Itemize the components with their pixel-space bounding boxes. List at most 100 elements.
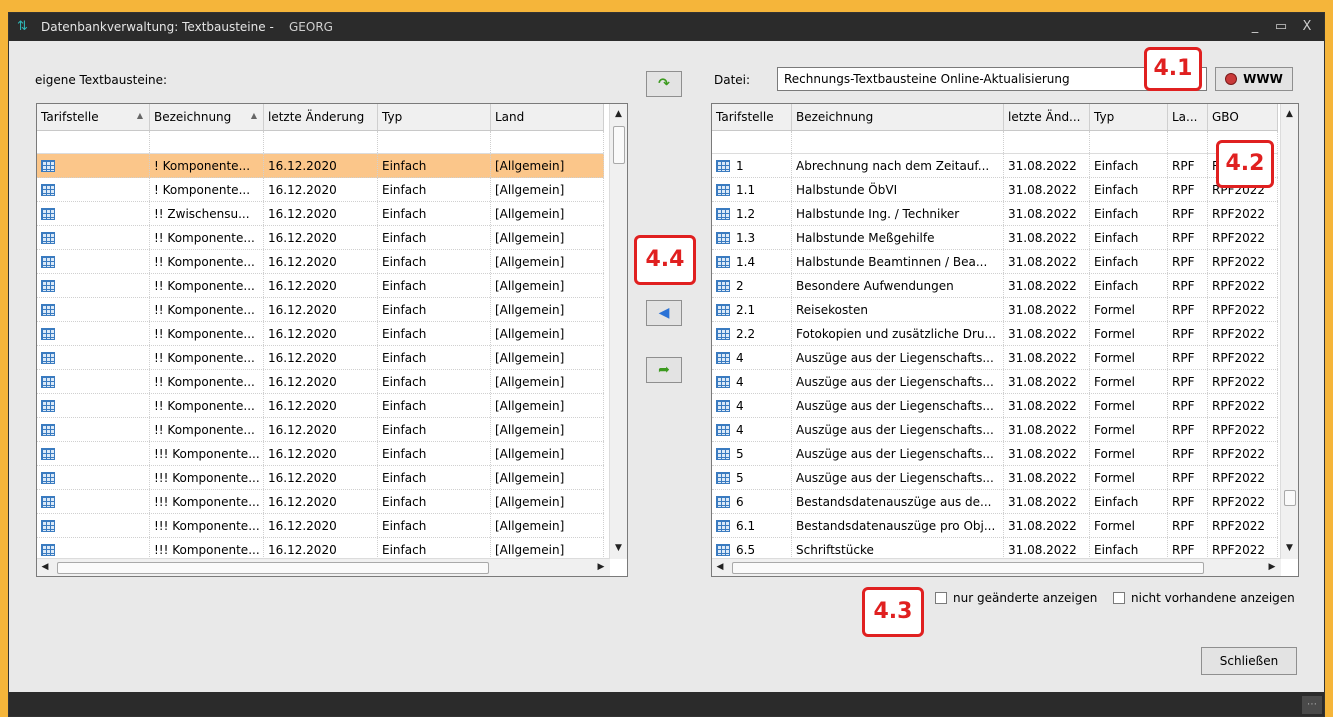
left-filter-cell[interactable] bbox=[264, 131, 378, 153]
left-cell bbox=[37, 466, 150, 489]
table-row[interactable]: !! Komponente... 16.12.2020 Einfach [Allgem… bbox=[37, 274, 604, 298]
right-col-header[interactable]: Typ bbox=[1090, 104, 1168, 130]
table-row[interactable]: 6 Bestandsdatenauszüge aus de... 31.08.202… bbox=[712, 490, 1278, 514]
resize-grip-icon[interactable]: ⋯ bbox=[1302, 696, 1322, 714]
table-row[interactable]: 1.2 Halbstunde Ing. / Techniker 31.08.2022… bbox=[712, 202, 1278, 226]
maximize-button[interactable]: ▭ bbox=[1268, 16, 1294, 38]
own-textblocks-grid[interactable]: Tarifstelle ▲ Bezeichnung ▲ letzte Änderung T… bbox=[36, 103, 628, 577]
table-row[interactable]: !! Komponente... 16.12.2020 Einfach [Allgem… bbox=[37, 394, 604, 418]
table-row[interactable]: 5 Auszüge aus der Liegenschafts... 31.08.2… bbox=[712, 442, 1278, 466]
left-filter-cell[interactable] bbox=[37, 131, 150, 153]
scroll-left-icon[interactable]: ◀ bbox=[712, 559, 728, 576]
table-row[interactable]: 2.2 Fotokopien und zusätzliche Dru... 31.0… bbox=[712, 322, 1278, 346]
scroll-thumb[interactable] bbox=[613, 126, 625, 164]
scroll-down-icon[interactable]: ▼ bbox=[1281, 540, 1298, 556]
table-row[interactable]: 5 Auszüge aus der Liegenschafts... 31.08.2… bbox=[712, 466, 1278, 490]
scroll-right-icon[interactable]: ▶ bbox=[593, 559, 609, 576]
right-filter-cell[interactable] bbox=[1004, 131, 1090, 153]
only-changed-checkbox[interactable]: nur geänderte anzeigen bbox=[935, 591, 1097, 605]
right-filter-cell[interactable] bbox=[1090, 131, 1168, 153]
table-row[interactable]: 1 Abrechnung nach dem Zeitauf... 31.08.202… bbox=[712, 154, 1278, 178]
copy-left-button[interactable]: ◀ bbox=[646, 300, 682, 326]
right-cell: Formel bbox=[1090, 418, 1168, 441]
left-filter-cell[interactable] bbox=[378, 131, 491, 153]
table-row[interactable]: 1.4 Halbstunde Beamtinnen / Bea... 31.08.2… bbox=[712, 250, 1278, 274]
left-col-header[interactable]: letzte Änderung bbox=[264, 104, 378, 130]
left-col-header[interactable]: Land bbox=[491, 104, 604, 130]
scroll-left-icon[interactable]: ◀ bbox=[37, 559, 53, 576]
right-col-header[interactable]: GBO bbox=[1208, 104, 1278, 130]
right-horizontal-scrollbar[interactable]: ◀ ▶ bbox=[712, 558, 1281, 576]
table-row[interactable]: !!! Komponente... 16.12.2020 Einfach [Allge… bbox=[37, 490, 604, 514]
close-button[interactable]: Schließen bbox=[1201, 647, 1297, 675]
right-cell: 31.08.2022 bbox=[1004, 226, 1090, 249]
scroll-thumb[interactable] bbox=[1284, 490, 1296, 506]
table-row[interactable]: 4 Auszüge aus der Liegenschafts... 31.08.2… bbox=[712, 394, 1278, 418]
left-col-header[interactable]: Tarifstelle ▲ bbox=[37, 104, 150, 130]
right-filter-cell[interactable] bbox=[712, 131, 792, 153]
right-filter-row[interactable] bbox=[712, 131, 1278, 154]
table-row[interactable]: !! Komponente... 16.12.2020 Einfach [Allgem… bbox=[37, 226, 604, 250]
table-row[interactable]: !! Komponente... 16.12.2020 Einfach [Allgem… bbox=[37, 346, 604, 370]
table-row[interactable]: 2.1 Reisekosten 31.08.2022 Formel RPF RPF2022 bbox=[712, 298, 1278, 322]
left-filter-cell[interactable] bbox=[491, 131, 604, 153]
left-cell: 16.12.2020 bbox=[264, 514, 378, 537]
right-col-header[interactable]: Tarifstelle bbox=[712, 104, 792, 130]
table-row[interactable]: 1.1 Halbstunde ÖbVI 31.08.2022 Einfach RPF RP… bbox=[712, 178, 1278, 202]
table-row[interactable]: !! Zwischensu... 16.12.2020 Einfach [Allgem… bbox=[37, 202, 604, 226]
table-row[interactable]: !! Komponente... 16.12.2020 Einfach [Allgem… bbox=[37, 322, 604, 346]
right-cell: RPF bbox=[1168, 442, 1208, 465]
table-row[interactable]: ! Komponente... 16.12.2020 Einfach [Allgeme… bbox=[37, 178, 604, 202]
left-cell: ! Komponente... bbox=[150, 178, 264, 201]
right-filter-cell[interactable] bbox=[1168, 131, 1208, 153]
table-row[interactable]: !!! Komponente... 16.12.2020 Einfach [Allge… bbox=[37, 514, 604, 538]
scroll-thumb[interactable] bbox=[57, 562, 489, 574]
left-col-header[interactable]: Typ bbox=[378, 104, 491, 130]
right-cell: Formel bbox=[1090, 322, 1168, 345]
left-filter-row[interactable] bbox=[37, 131, 604, 154]
table-row[interactable]: 6.1 Bestandsdatenauszüge pro Obj... 31.08.… bbox=[712, 514, 1278, 538]
scroll-thumb[interactable] bbox=[732, 562, 1204, 574]
left-cell bbox=[37, 250, 150, 273]
minimize-button[interactable]: _ bbox=[1242, 16, 1268, 38]
scroll-up-icon[interactable]: ▲ bbox=[610, 106, 627, 122]
table-row[interactable]: !! Komponente... 16.12.2020 Einfach [Allgem… bbox=[37, 298, 604, 322]
left-horizontal-scrollbar[interactable]: ◀ ▶ bbox=[37, 558, 610, 576]
right-cell-text: 4 bbox=[736, 375, 744, 389]
only-changed-label: nur geänderte anzeigen bbox=[953, 591, 1098, 605]
table-row[interactable]: !!! Komponente... 16.12.2020 Einfach [Allge… bbox=[37, 442, 604, 466]
left-filter-cell[interactable] bbox=[150, 131, 264, 153]
table-row[interactable]: 2 Besondere Aufwendungen 31.08.2022 Einfach… bbox=[712, 274, 1278, 298]
table-row[interactable]: 1.3 Halbstunde Meßgehilfe 31.08.2022 Einfac… bbox=[712, 226, 1278, 250]
scroll-up-icon[interactable]: ▲ bbox=[1281, 106, 1298, 122]
left-vertical-scrollbar[interactable]: ▲ ▼ bbox=[609, 104, 627, 559]
close-window-button[interactable]: X bbox=[1294, 16, 1320, 38]
table-row[interactable]: !!! Komponente... 16.12.2020 Einfach [Allge… bbox=[37, 466, 604, 490]
www-button[interactable]: WWW bbox=[1215, 67, 1293, 91]
right-vertical-scrollbar[interactable]: ▲ ▼ bbox=[1280, 104, 1298, 559]
scroll-down-icon[interactable]: ▼ bbox=[610, 540, 627, 556]
right-col-header[interactable]: letzte Änd... bbox=[1004, 104, 1090, 130]
right-cell: 31.08.2022 bbox=[1004, 394, 1090, 417]
file-field[interactable]: Rechnungs-Textbausteine Online-Aktualisi… bbox=[777, 67, 1207, 91]
table-row[interactable]: !! Komponente... 16.12.2020 Einfach [Allgem… bbox=[37, 250, 604, 274]
checkbox-box[interactable] bbox=[1113, 592, 1125, 604]
swap-button[interactable]: ➦ bbox=[646, 357, 682, 383]
online-textblocks-grid[interactable]: Tarifstelle Bezeichnung letzte Änd... Typ La… bbox=[711, 103, 1299, 577]
scroll-right-icon[interactable]: ▶ bbox=[1264, 559, 1280, 576]
right-col-header[interactable]: La... bbox=[1168, 104, 1208, 130]
checkbox-box[interactable] bbox=[935, 592, 947, 604]
left-col-header[interactable]: Bezeichnung ▲ bbox=[150, 104, 264, 130]
table-row[interactable]: 4 Auszüge aus der Liegenschafts... 31.08.2… bbox=[712, 370, 1278, 394]
right-filter-cell[interactable] bbox=[792, 131, 1004, 153]
table-row[interactable]: 4 Auszüge aus der Liegenschafts... 31.08.2… bbox=[712, 346, 1278, 370]
table-row[interactable]: !! Komponente... 16.12.2020 Einfach [Allgem… bbox=[37, 418, 604, 442]
transfer-all-button[interactable]: ↷ bbox=[646, 71, 682, 97]
left-cell: 16.12.2020 bbox=[264, 202, 378, 225]
table-row[interactable]: !! Komponente... 16.12.2020 Einfach [Allgem… bbox=[37, 370, 604, 394]
right-col-header[interactable]: Bezeichnung bbox=[792, 104, 1004, 130]
table-row[interactable]: ! Komponente... 16.12.2020 Einfach [Allgeme… bbox=[37, 154, 604, 178]
show-missing-checkbox[interactable]: nicht vorhandene anzeigen bbox=[1113, 591, 1295, 605]
left-cell: 16.12.2020 bbox=[264, 274, 378, 297]
table-row[interactable]: 4 Auszüge aus der Liegenschafts... 31.08.2… bbox=[712, 418, 1278, 442]
